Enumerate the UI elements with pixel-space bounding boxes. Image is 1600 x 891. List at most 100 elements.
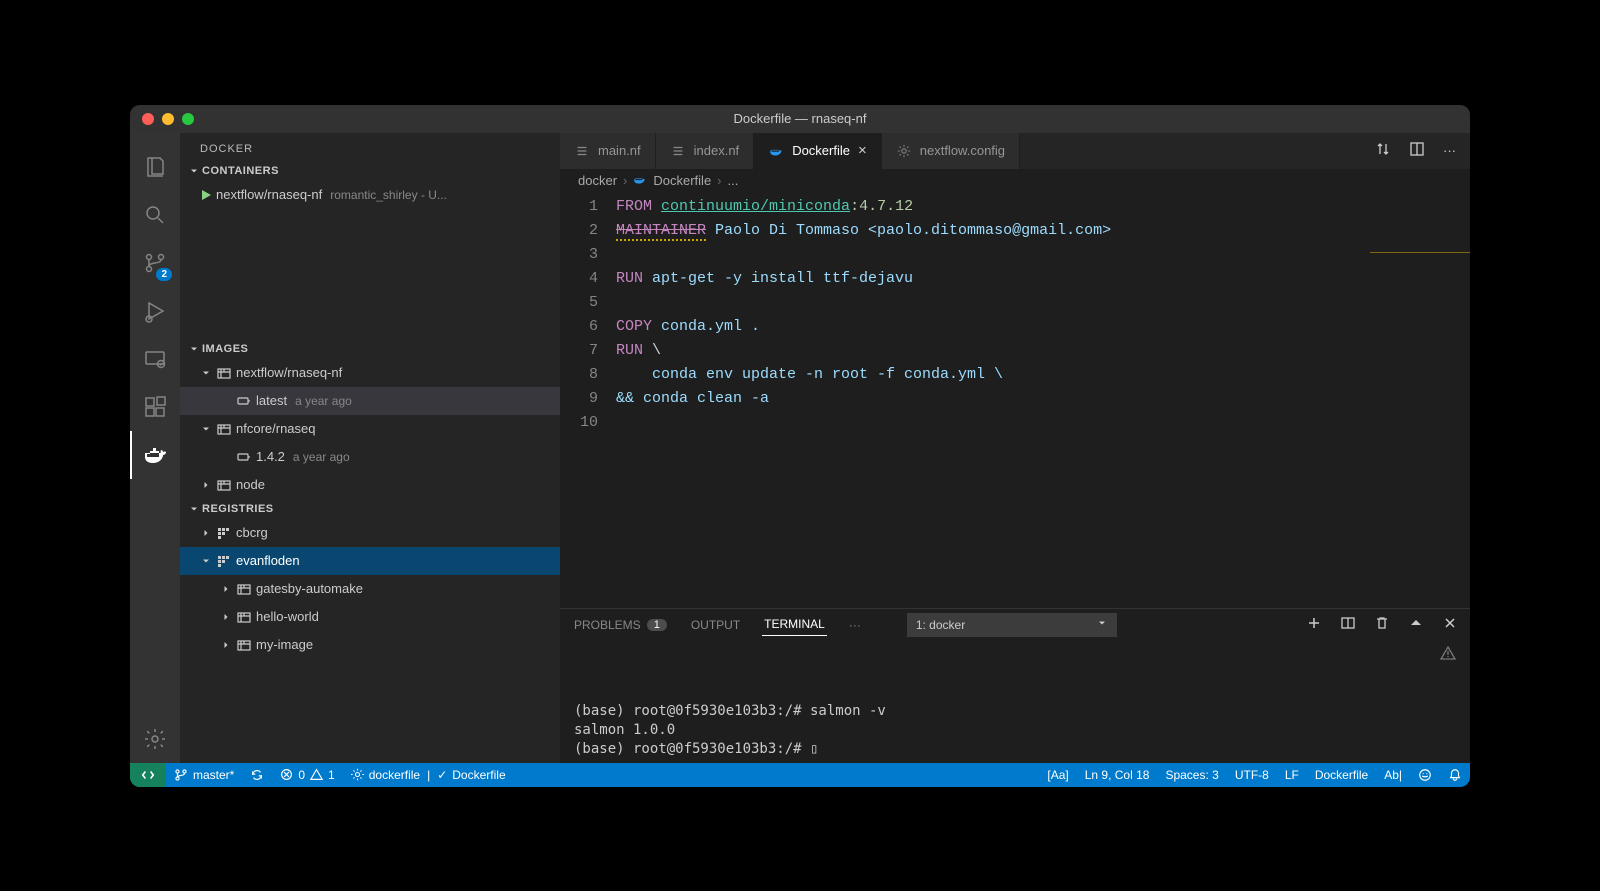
code-content[interactable]: FROM continuumio/miniconda:4.7.12MAINTAI… bbox=[616, 193, 1470, 608]
maximize-panel-icon[interactable] bbox=[1408, 615, 1424, 634]
problems-button[interactable]: 0 1 bbox=[272, 763, 342, 787]
close-window-button[interactable] bbox=[142, 113, 154, 125]
breadcrumb-part[interactable]: docker bbox=[578, 173, 617, 188]
tag-age: a year ago bbox=[293, 450, 350, 464]
tab-label: main.nf bbox=[598, 143, 641, 158]
tab-label: Dockerfile bbox=[792, 143, 850, 158]
sidebar: DOCKER CONTAINERS nextflow/rnaseq-nf bbox=[180, 133, 560, 763]
terminal-select-label: 1: docker bbox=[916, 618, 965, 632]
breadcrumb[interactable]: docker › Dockerfile › ... bbox=[560, 169, 1470, 193]
registry-repo-row[interactable]: gatesby-automake bbox=[180, 575, 560, 603]
lang-server-button[interactable]: dockerfile | ✓ Dockerfile bbox=[343, 763, 514, 787]
containers-section: CONTAINERS nextflow/rnaseq-nf romantic_s… bbox=[180, 161, 560, 209]
maximize-window-button[interactable] bbox=[182, 113, 194, 125]
minimap[interactable] bbox=[1370, 193, 1470, 253]
cursor-pos-button[interactable]: Ln 9, Col 18 bbox=[1077, 763, 1158, 787]
section-label: REGISTRIES bbox=[202, 503, 274, 515]
search-tab[interactable] bbox=[130, 191, 180, 239]
image-row[interactable]: nfcore/rnaseq bbox=[180, 415, 560, 443]
branch-button[interactable]: master* bbox=[166, 763, 242, 787]
image-tag-row[interactable]: 1.4.2a year ago bbox=[180, 443, 560, 471]
docker-icon bbox=[633, 172, 647, 189]
spaces-button[interactable]: Spaces: 3 bbox=[1157, 763, 1226, 787]
remote-tab[interactable] bbox=[130, 335, 180, 383]
scm-tab[interactable]: 2 bbox=[130, 239, 180, 287]
split-terminal-icon[interactable] bbox=[1340, 615, 1356, 634]
image-tag-row[interactable]: latesta year ago bbox=[180, 387, 560, 415]
image-icon bbox=[214, 365, 234, 381]
close-tab-icon[interactable]: × bbox=[858, 142, 867, 159]
minimize-window-button[interactable] bbox=[162, 113, 174, 125]
registry-repo-row[interactable]: my-image bbox=[180, 631, 560, 659]
window-title: Dockerfile — rnaseq-nf bbox=[130, 111, 1470, 126]
status-bar: master* 0 1 dockerfile | ✓ Dockerfile [A… bbox=[130, 763, 1470, 787]
eol-button[interactable]: LF bbox=[1277, 763, 1307, 787]
panel-header: PROBLEMS 1 OUTPUT TERMINAL ··· 1: docker bbox=[560, 609, 1470, 641]
editor-tab[interactable]: index.nf bbox=[656, 133, 755, 169]
panel-more-icon[interactable]: ··· bbox=[847, 614, 863, 636]
tab-moves-button[interactable]: Ab| bbox=[1376, 763, 1410, 787]
registry-row[interactable]: evanfloden bbox=[180, 547, 560, 575]
sync-icon bbox=[250, 768, 264, 782]
problems-tab[interactable]: PROBLEMS 1 bbox=[572, 614, 669, 636]
run-tab[interactable] bbox=[130, 287, 180, 335]
image-name: nextflow/rnaseq-nf bbox=[236, 365, 342, 380]
container-row[interactable]: nextflow/rnaseq-nf romantic_shirley - U.… bbox=[180, 181, 560, 209]
case-button[interactable]: [Aa] bbox=[1039, 763, 1076, 787]
editor-area: main.nf index.nf Dockerfile × nextflow.confi… bbox=[560, 133, 1470, 763]
close-panel-icon[interactable] bbox=[1442, 615, 1458, 634]
explorer-tab[interactable] bbox=[130, 143, 180, 191]
images-header[interactable]: IMAGES bbox=[180, 339, 560, 359]
encoding-button[interactable]: UTF-8 bbox=[1227, 763, 1277, 787]
image-row[interactable]: node bbox=[180, 471, 560, 499]
image-row[interactable]: nextflow/rnaseq-nf bbox=[180, 359, 560, 387]
list-icon bbox=[670, 143, 686, 159]
chevron-right-icon: › bbox=[717, 173, 721, 188]
terminal[interactable]: (base) root@0f5930e103b3:/# salmon -vsal… bbox=[560, 641, 1470, 763]
more-icon[interactable]: ··· bbox=[1443, 143, 1456, 158]
feedback-button[interactable] bbox=[1410, 763, 1440, 787]
editor-tab[interactable]: Dockerfile × bbox=[754, 133, 882, 169]
settings-tab[interactable] bbox=[130, 715, 180, 763]
split-editor-icon[interactable] bbox=[1409, 141, 1425, 160]
new-terminal-icon[interactable] bbox=[1306, 615, 1322, 634]
image-icon bbox=[234, 637, 254, 653]
sync-button[interactable] bbox=[242, 763, 272, 787]
gear-icon bbox=[896, 143, 912, 159]
containers-header[interactable]: CONTAINERS bbox=[180, 161, 560, 181]
terminal-select[interactable]: 1: docker bbox=[907, 613, 1117, 637]
output-tab[interactable]: OUTPUT bbox=[689, 614, 742, 636]
extensions-icon bbox=[143, 395, 167, 419]
image-icon bbox=[234, 581, 254, 597]
container-meta: romantic_shirley - U... bbox=[330, 188, 447, 202]
registries-section: REGISTRIES cbcrgevanflodengatesby-automa… bbox=[180, 499, 560, 659]
remote-button[interactable] bbox=[130, 763, 166, 787]
breadcrumb-part[interactable]: ... bbox=[728, 173, 739, 188]
search-icon bbox=[143, 203, 167, 227]
tab-label: nextflow.config bbox=[920, 143, 1005, 158]
registry-row[interactable]: cbcrg bbox=[180, 519, 560, 547]
warning-icon[interactable] bbox=[1440, 645, 1456, 667]
bell-button[interactable] bbox=[1440, 763, 1470, 787]
trash-icon[interactable] bbox=[1374, 615, 1390, 634]
compare-icon[interactable] bbox=[1375, 141, 1391, 160]
extensions-tab[interactable] bbox=[130, 383, 180, 431]
registry-repo-row[interactable]: hello-world bbox=[180, 603, 560, 631]
breadcrumb-part[interactable]: Dockerfile bbox=[653, 173, 711, 188]
remote-explorer-icon bbox=[143, 347, 167, 371]
section-label: CONTAINERS bbox=[202, 165, 279, 177]
code-editor[interactable]: 12345678910 FROM continuumio/miniconda:4… bbox=[560, 193, 1470, 608]
chevron-down-icon bbox=[198, 367, 214, 379]
lang-mode-button[interactable]: Dockerfile bbox=[1307, 763, 1376, 787]
tab-actions: ··· bbox=[1361, 133, 1470, 169]
chevron-down-icon bbox=[198, 555, 214, 567]
lang-server-label: dockerfile bbox=[369, 768, 420, 782]
terminal-tab[interactable]: TERMINAL bbox=[762, 613, 827, 636]
editor-tab[interactable]: nextflow.config bbox=[882, 133, 1020, 169]
chevron-right-icon bbox=[218, 611, 234, 623]
docker-tab[interactable] bbox=[130, 431, 180, 479]
bell-icon bbox=[1448, 768, 1462, 782]
window-controls bbox=[130, 113, 194, 125]
editor-tab[interactable]: main.nf bbox=[560, 133, 656, 169]
registries-header[interactable]: REGISTRIES bbox=[180, 499, 560, 519]
